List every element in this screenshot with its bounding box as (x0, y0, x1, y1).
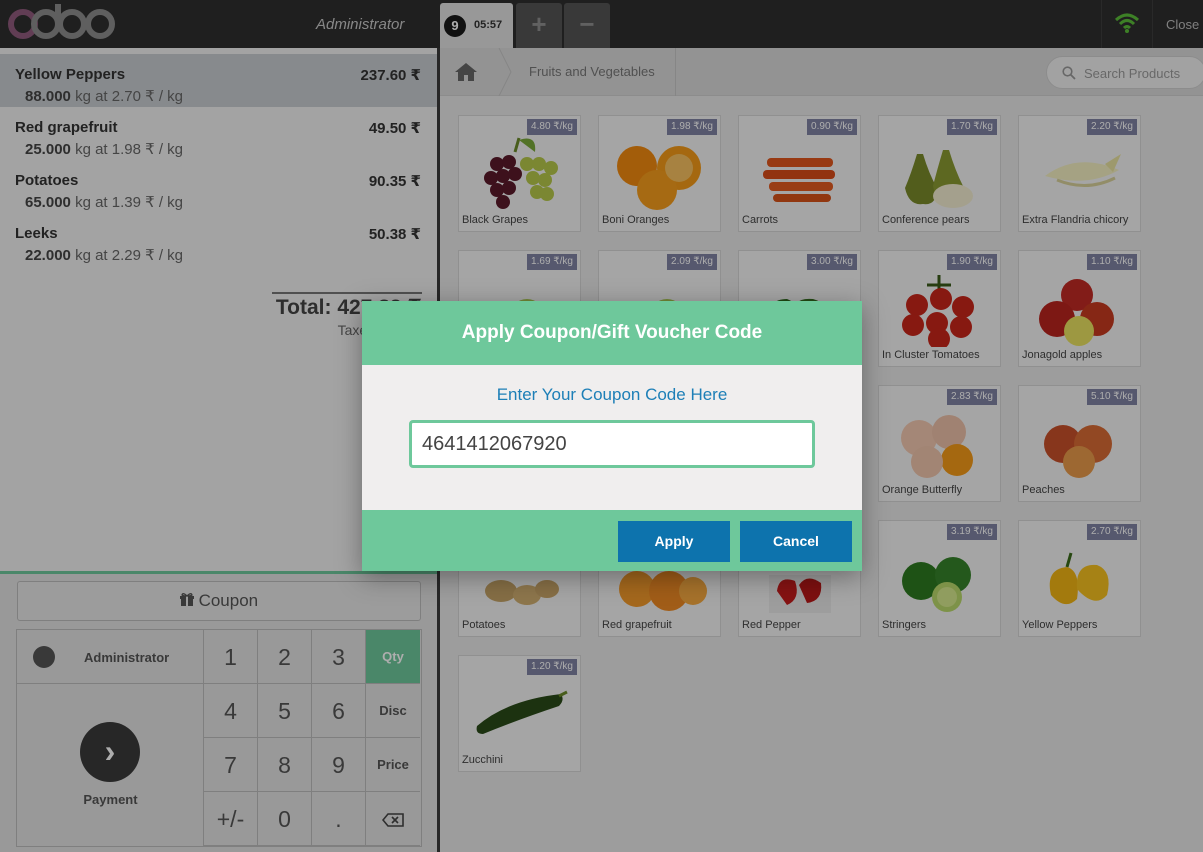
coupon-code-input[interactable]: 4641412067920 (409, 420, 815, 468)
dialog-prompt: Enter Your Coupon Code Here (496, 385, 728, 404)
apply-button[interactable]: Apply (618, 521, 730, 562)
dialog-title: Apply Coupon/Gift Voucher Code (362, 301, 862, 365)
cancel-button[interactable]: Cancel (740, 521, 852, 562)
dialog-footer: Apply Cancel (362, 510, 862, 571)
coupon-dialog: Apply Coupon/Gift Voucher Code Enter You… (362, 301, 862, 571)
modal-backdrop (0, 0, 1203, 48)
